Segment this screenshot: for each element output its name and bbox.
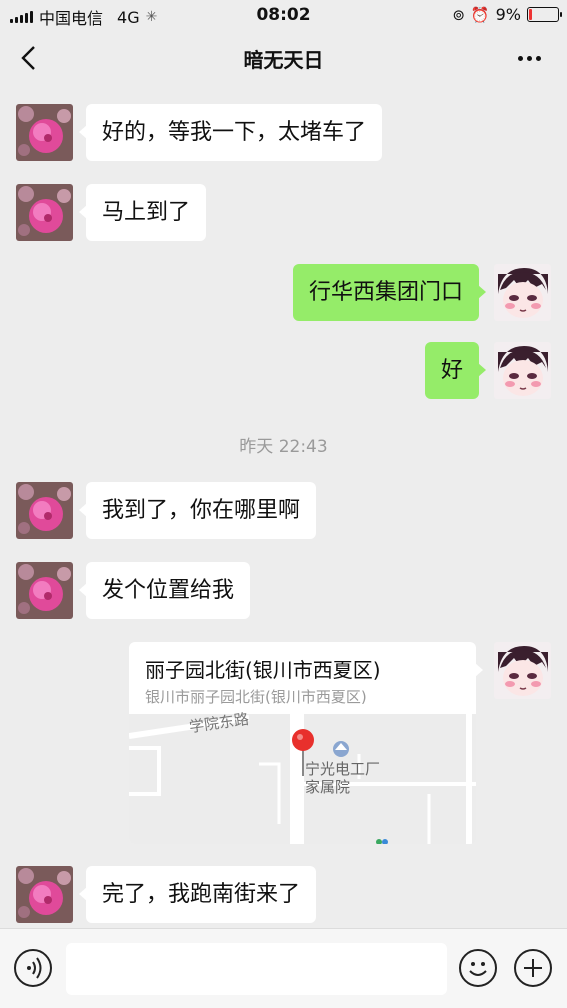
- voice-button[interactable]: [14, 949, 52, 987]
- location-address: 银川市丽子园北街(银川市西夏区): [145, 688, 367, 706]
- location-bubble-tail: [475, 663, 483, 677]
- rotation-lock-icon: ⊚: [452, 5, 465, 24]
- message-timestamp: 昨天 22:43: [239, 437, 328, 457]
- nav-bar: 暗无天日: [0, 30, 567, 86]
- message-bubble-incoming[interactable]: 好的，等我一下，太堵车了: [78, 104, 383, 161]
- my-avatar[interactable]: [494, 342, 551, 399]
- anime-avatar-icon: [494, 264, 551, 321]
- location-title: 丽子园北街(银川市西夏区): [145, 658, 381, 682]
- my-avatar[interactable]: [494, 264, 551, 321]
- chat-title: 暗无天日: [243, 48, 324, 72]
- input-bar: [0, 928, 567, 1008]
- message-bubble-outgoing[interactable]: 好: [424, 342, 487, 399]
- message-bubble-incoming[interactable]: 发个位置给我: [78, 562, 251, 619]
- flower-avatar-icon: [16, 562, 73, 619]
- battery-percent: 9%: [495, 5, 521, 24]
- battery-level: [529, 9, 532, 20]
- status-right: ⊚ ⏰ 9%: [452, 5, 562, 24]
- flower-avatar-icon: [16, 866, 73, 923]
- message-bubble-incoming[interactable]: 马上到了: [78, 184, 207, 241]
- smiley-icon: [469, 962, 487, 976]
- message-bubble-incoming[interactable]: 完了，我跑南街来了: [78, 866, 317, 923]
- contact-avatar[interactable]: [16, 482, 73, 539]
- more-actions-button[interactable]: [514, 949, 552, 987]
- location-map[interactable]: 学院东路 宁光电工厂 家属院: [129, 710, 476, 844]
- alarm-icon: ⏰: [470, 5, 490, 24]
- anime-avatar-icon: [494, 342, 551, 399]
- map-poi-label: 宁光电工厂 家属院: [305, 760, 381, 796]
- contact-avatar[interactable]: [16, 184, 73, 241]
- battery-icon: [527, 7, 562, 22]
- message-input[interactable]: [66, 943, 447, 995]
- more-dot-icon: [517, 55, 523, 61]
- my-avatar[interactable]: [494, 642, 551, 699]
- flower-avatar-icon: [16, 482, 73, 539]
- message-bubble-incoming[interactable]: 我到了，你在哪里啊: [78, 482, 317, 539]
- status-bar: 中国电信 4G ✳ 08:02 ⊚ ⏰ 9%: [0, 0, 567, 30]
- contact-avatar[interactable]: [16, 866, 73, 923]
- contact-avatar[interactable]: [16, 562, 73, 619]
- location-pin-icon: [291, 728, 315, 778]
- contact-avatar[interactable]: [16, 104, 73, 161]
- message-bubble-outgoing[interactable]: 行华西集团门口: [292, 264, 487, 321]
- plus-icon: [524, 959, 542, 977]
- flower-avatar-icon: [16, 104, 73, 161]
- anime-avatar-icon: [494, 642, 551, 699]
- more-button[interactable]: [511, 42, 547, 74]
- flower-avatar-icon: [16, 184, 73, 241]
- emoji-button[interactable]: [459, 949, 497, 987]
- location-message-card[interactable]: 丽子园北街(银川市西夏区) 银川市丽子园北街(银川市西夏区) 学院东路 宁光电工…: [129, 642, 476, 844]
- voice-icon: [27, 957, 42, 979]
